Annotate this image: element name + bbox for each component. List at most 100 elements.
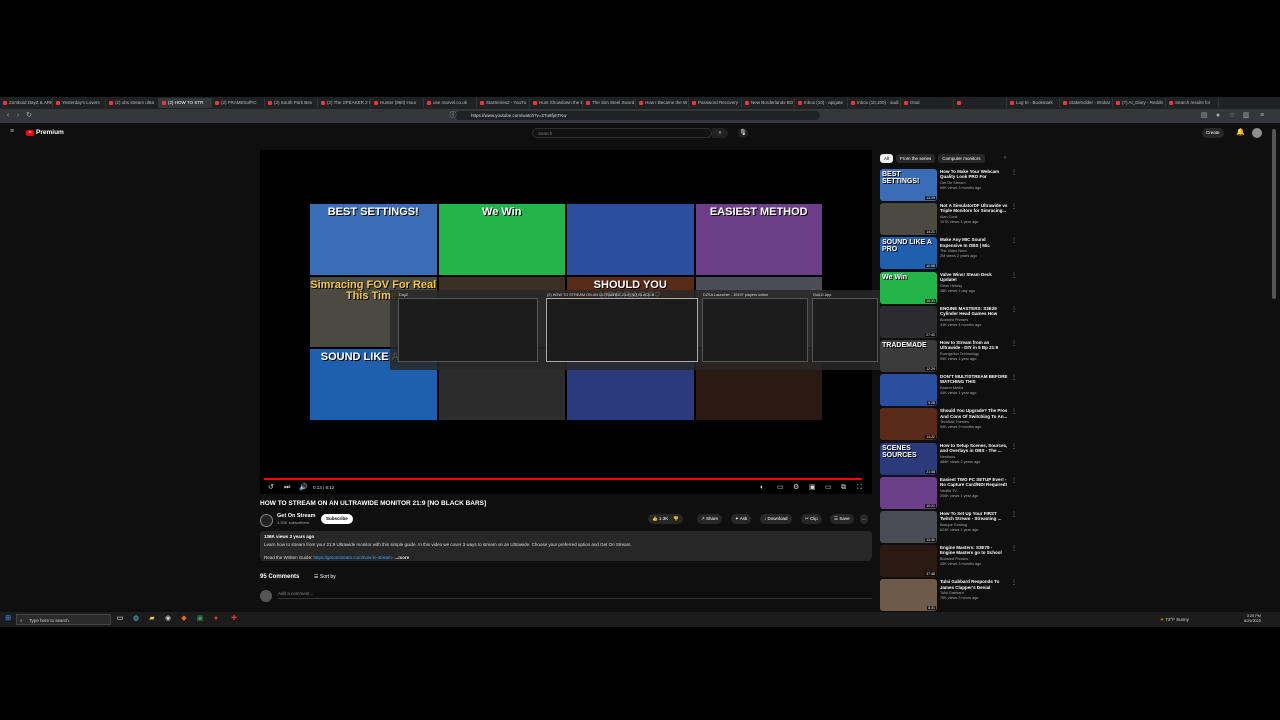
recommended-thumbnail[interactable]: 14:21: [880, 203, 937, 236]
download-button[interactable]: ↓ Download: [760, 514, 792, 524]
recommended-title[interactable]: Tulsi Gabbard Responds To James Clapper'…: [940, 579, 1008, 590]
recommended-channel[interactable]: Get On Stream: [940, 181, 966, 185]
recommended-title[interactable]: Not A SimulatorDF Ultrawide vs Triple Mo…: [940, 203, 1008, 214]
search-input[interactable]: Search: [532, 128, 712, 138]
recommended-video[interactable]: 10:21 Easiest TWO PC SETUP Ever! - No Cap…: [880, 476, 1017, 509]
window-preview-dayz[interactable]: DayZ: [398, 293, 538, 362]
recommended-video[interactable]: 14:22 Should You Upgrade? The Pros And Co…: [880, 408, 1017, 441]
browser-tab[interactable]: (2) HOW TO STR: [159, 98, 212, 108]
recommended-channel[interactable]: Kasem Media: [940, 386, 963, 390]
channel-name[interactable]: Get On Stream: [277, 513, 316, 519]
recommended-thumbnail[interactable]: BEST SETTINGS! 13:29: [880, 169, 937, 201]
microphone-icon[interactable]: 🎙: [738, 128, 748, 138]
recommended-title[interactable]: DON'T MULTISTREAM BEFORE WATCHING THIS: [940, 374, 1008, 385]
recommended-channel[interactable]: TechBall Themes: [940, 420, 969, 424]
recommended-video[interactable]: 14:21 Not A SimulatorDF Ultrawide vs Trip…: [880, 203, 1017, 236]
fullscreen-icon[interactable]: ⛶: [857, 483, 862, 493]
browser-tab[interactable]: Hunter (960) Hour: [371, 98, 424, 108]
browser-tab[interactable]: (2) FRAMESofPC: [212, 98, 265, 108]
recommended-channel[interactable]: Basque Guiding: [940, 523, 967, 527]
recommended-thumbnail[interactable]: TRADEMADE 12:29: [880, 340, 937, 372]
more-vert-icon[interactable]: ⋮: [1011, 511, 1017, 518]
brave-icon[interactable]: ◆: [180, 615, 188, 623]
extensions-icon[interactable]: ▤: [1200, 112, 1208, 120]
browser-tab[interactable]: Hunt Showdown the B: [530, 98, 583, 108]
browser-tab[interactable]: (2) obs stream ultra: [106, 98, 159, 108]
recommended-channel[interactable]: Evangelion Technology: [940, 352, 979, 356]
window-preview-guild[interactable]: GuiLD App: [812, 293, 878, 362]
recommended-channel[interactable]: Nerdious: [940, 455, 955, 459]
search-icon[interactable]: ⌕: [712, 128, 728, 138]
share-button[interactable]: ↗ Share: [697, 514, 723, 524]
browser-tab[interactable]: New Borderlands BO: [742, 98, 795, 108]
recommended-title[interactable]: ENGINE MASTERS: S3E29 Cylinder Head Game…: [940, 306, 1008, 317]
browser-tab[interactable]: [954, 98, 1007, 108]
more-vert-icon[interactable]: ⋮: [1011, 340, 1017, 347]
browser-tab[interactable]: Log In - Bookmark: [1007, 98, 1060, 108]
file-explorer-icon[interactable]: ▰: [148, 615, 156, 623]
recommended-channel[interactable]: Tulsi Gabbard: [940, 591, 964, 595]
browser-tab[interactable]: Password Recovery: [689, 98, 742, 108]
recommended-channel[interactable]: Vanilla TV: [940, 489, 957, 493]
autoplay-toggle-icon[interactable]: ◐: [760, 483, 764, 493]
recommended-thumbnail[interactable]: 9:28: [880, 374, 937, 407]
more-vert-icon[interactable]: ⋮: [1011, 237, 1017, 244]
recommended-channel[interactable]: Boosted Pivoses: [940, 557, 968, 561]
recommended-video[interactable]: 13:30 How To Set Up Your FIRST Twitch Str…: [880, 511, 1017, 543]
recommended-video[interactable]: We Win 10:31 Valve Wins! Steam Deck Update…: [880, 271, 1017, 304]
show-more-link[interactable]: ...more: [395, 555, 410, 560]
browser-tab[interactable]: use marvel.co.uk: [424, 98, 477, 108]
site-info-icon[interactable]: ⓘ: [449, 112, 457, 120]
filter-chip[interactable]: All: [880, 154, 894, 163]
windows-start-icon[interactable]: ⊞: [4, 615, 12, 623]
save-button[interactable]: ☰ Save: [830, 514, 854, 524]
recommended-title[interactable]: How To Set Up Your FIRST Twitch Stream -…: [940, 511, 1008, 522]
reload-icon[interactable]: ↻: [25, 112, 33, 120]
sort-comments-button[interactable]: ☰ Sort by: [314, 574, 336, 580]
filter-chip[interactable]: Computer monitors: [938, 154, 985, 163]
browser-tab[interactable]: (2) The SPEAKER 2 Wor: [318, 98, 371, 108]
subtitles-icon[interactable]: ▭: [777, 483, 784, 493]
browser-tab[interactable]: (2) South Park Bes: [265, 98, 318, 108]
recommended-video[interactable]: BEST SETTINGS! 13:29 How To Make Your Webc…: [880, 169, 1017, 201]
filter-chip[interactable]: From the series: [896, 154, 936, 163]
more-vert-icon[interactable]: ⋮: [1011, 306, 1017, 313]
recommended-channel[interactable]: The Video Nerd: [940, 249, 967, 253]
clip-button[interactable]: ✂ Clip: [801, 514, 822, 524]
browser-tab[interactable]: Inbox (10) - apigate: [795, 98, 848, 108]
more-vert-icon[interactable]: ⋮: [1011, 443, 1017, 450]
recommended-title[interactable]: How to Setup Scenes, Sources, and Overla…: [940, 443, 1008, 454]
progress-bar[interactable]: [264, 478, 862, 480]
recommended-video[interactable]: SOUND LIKE A PRO 10:58 Make Any MIC Sound …: [880, 237, 1017, 270]
browser-tab[interactable]: Yesterday's Lovers: [53, 98, 106, 108]
taskbar-search-input[interactable]: ⌕ Type here to search: [16, 614, 111, 625]
recommended-video[interactable]: 9:28 DON'T MULTISTREAM BEFORE WATCHING TH…: [880, 374, 1017, 407]
miniplayer-icon[interactable]: ▣: [809, 483, 816, 493]
recommended-thumbnail[interactable]: 13:30: [880, 511, 937, 543]
app-icon[interactable]: ▣: [196, 615, 204, 623]
weather-widget[interactable]: ☀ 73°F Sunny: [1160, 615, 1189, 624]
browser-tab[interactable]: Search results for: [1166, 98, 1219, 108]
more-vert-icon[interactable]: ⋮: [1011, 477, 1017, 484]
browser-tab[interactable]: Stakeholder - Brokar: [1060, 98, 1113, 108]
replay-icon[interactable]: ↺: [268, 483, 274, 493]
recommended-channel[interactable]: Alan Cook: [940, 215, 958, 219]
browser-tab[interactable]: The Sim Steel Sword: [583, 98, 636, 108]
task-view-icon[interactable]: ▭: [116, 615, 124, 623]
edge-icon[interactable]: ◍: [132, 615, 140, 623]
recommended-video[interactable]: 37:48 Engine Masters: S3E79 - Engine Mast…: [880, 545, 1017, 578]
menu-icon[interactable]: ≡: [1258, 112, 1266, 120]
more-vert-icon[interactable]: ⋮: [1011, 169, 1017, 176]
browser-tab[interactable]: StarSeries2 - YouTu: [477, 98, 530, 108]
recommended-thumbnail[interactable]: We Win 10:31: [880, 271, 937, 304]
recommended-video[interactable]: TRADEMADE 12:29 How to Stream from an Ultr…: [880, 340, 1017, 372]
volume-icon[interactable]: 🔊: [299, 483, 308, 493]
notifications-bell-icon[interactable]: 🔔: [1236, 128, 1245, 138]
recommended-title[interactable]: Valve Wins! Steam Deck Update!: [940, 272, 1008, 283]
recommended-title[interactable]: Easiest TWO PC SETUP Ever! - No Capture …: [940, 477, 1008, 488]
obs-icon[interactable]: ●: [212, 615, 220, 623]
cast-icon[interactable]: ⧉: [841, 483, 846, 493]
chevron-right-icon[interactable]: ›: [1004, 154, 1006, 163]
forward-icon[interactable]: ›: [14, 112, 22, 120]
recommended-title[interactable]: Make Any MIC Sound Expensive In OBS | Mi…: [940, 237, 1008, 248]
